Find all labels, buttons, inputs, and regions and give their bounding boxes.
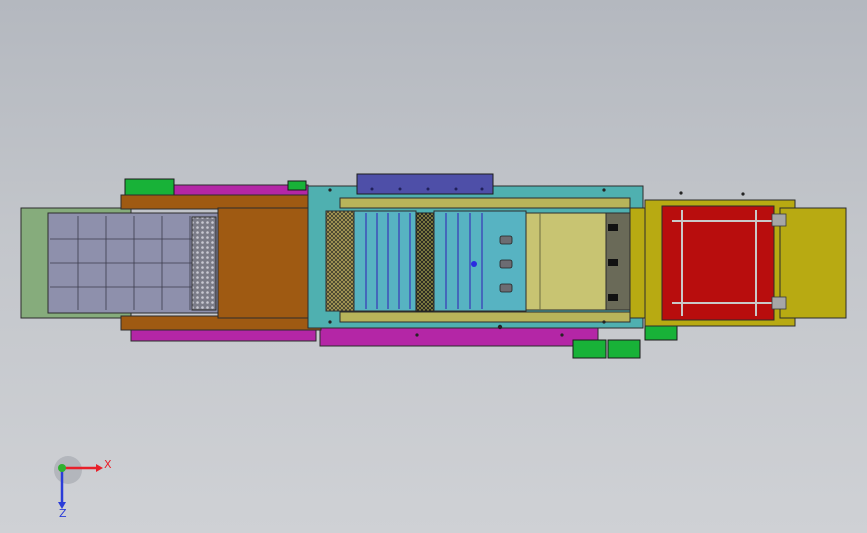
machine-assembly-model[interactable] bbox=[0, 0, 867, 533]
triad-origin-shadow bbox=[54, 456, 82, 484]
slat-section[interactable] bbox=[353, 210, 417, 312]
right-housing[interactable] bbox=[779, 207, 847, 319]
cad-viewport[interactable]: X Z bbox=[0, 0, 867, 533]
olive-inner-frame-bottom[interactable] bbox=[339, 311, 631, 323]
mesh-screen-2[interactable] bbox=[415, 212, 435, 312]
green-block-bottom-1[interactable] bbox=[572, 339, 607, 359]
triad-x-label: X bbox=[104, 458, 112, 471]
brown-chamber[interactable] bbox=[217, 207, 314, 319]
bottom-magenta-rail-center[interactable] bbox=[319, 325, 599, 347]
green-block-top-small[interactable] bbox=[287, 180, 307, 191]
blue-housing[interactable] bbox=[356, 173, 494, 195]
green-block-top-left[interactable] bbox=[124, 178, 175, 197]
triad-x-arrow bbox=[96, 464, 103, 472]
olive-chamber[interactable] bbox=[525, 212, 607, 311]
brown-frame-top[interactable] bbox=[120, 194, 322, 210]
triad-y-axis-dot bbox=[58, 464, 66, 472]
triad-z-label: Z bbox=[59, 507, 67, 520]
olive-inner-frame-top[interactable] bbox=[339, 197, 631, 209]
mesh-screen-1[interactable] bbox=[325, 210, 355, 312]
center-marker[interactable] bbox=[471, 261, 477, 267]
green-block-bottom-2[interactable] bbox=[607, 339, 641, 359]
perforated-screen-left[interactable] bbox=[191, 216, 217, 311]
coordinate-triad: X Z bbox=[54, 456, 112, 520]
